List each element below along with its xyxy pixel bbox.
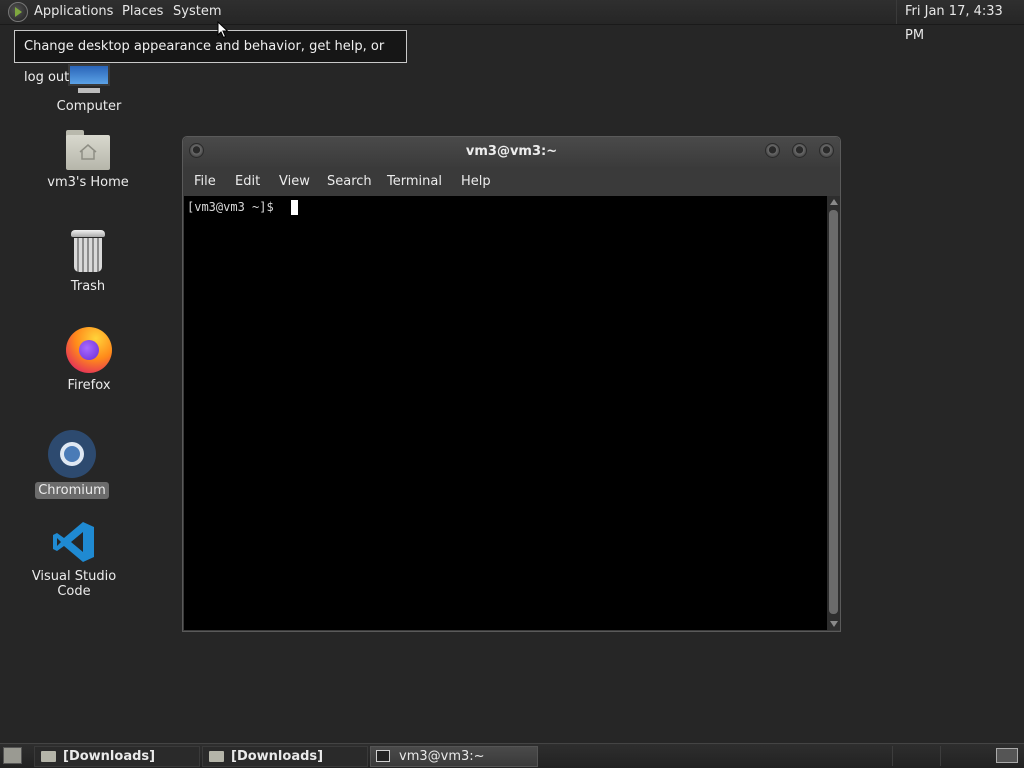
folder-icon [41, 751, 56, 762]
desktop-icon-label: Computer [56, 99, 122, 114]
desktop-icon-label: Firefox [67, 378, 111, 393]
menu-file[interactable]: File [194, 174, 216, 189]
panel-separator [940, 746, 941, 766]
menu-help[interactable]: Help [461, 174, 491, 189]
window-titlebar[interactable]: vm3@vm3:~ [183, 137, 840, 167]
text-cursor [291, 200, 298, 215]
terminal-output[interactable]: [vm3@vm3 ~]$ [184, 196, 827, 630]
menu-terminal[interactable]: Terminal [387, 174, 442, 189]
trash-icon [71, 230, 105, 274]
terminal-scrollbar[interactable] [827, 196, 840, 630]
desktop-icon-home[interactable]: vm3's Home [28, 130, 148, 191]
clock[interactable]: Fri Jan 17, 4:33 PM [896, 0, 1024, 43]
desktop-icon-label: Trash [70, 279, 106, 294]
desktop-icon-vscode[interactable]: Visual Studio Code [14, 520, 134, 600]
home-folder-icon [66, 130, 110, 170]
window-title: vm3@vm3:~ [465, 144, 558, 159]
close-button[interactable] [819, 143, 834, 158]
folder-icon [209, 751, 224, 762]
scroll-up-arrow-icon[interactable] [830, 199, 838, 205]
top-panel: Applications Places System Fri Jan 17, 4… [0, 0, 1024, 43]
desktop-icon-label: Chromium [35, 482, 109, 499]
shell-prompt: [vm3@vm3 ~]$ [187, 200, 281, 214]
panel-separator [892, 746, 893, 766]
menu-view[interactable]: View [279, 174, 310, 189]
desktop-icon-label: vm3's Home [47, 175, 129, 190]
terminal-icon [376, 750, 390, 762]
main-menu-logo-icon[interactable] [8, 2, 28, 22]
menu-edit[interactable]: Edit [235, 174, 260, 189]
bottom-panel: [Downloads] [Downloads] vm3@vm3:~ [0, 743, 1024, 768]
system-menu-tooltip: Change desktop appearance and behavior, … [14, 30, 407, 85]
taskbar-item-downloads-1[interactable]: [Downloads] [34, 746, 200, 767]
menu-search[interactable]: Search [327, 174, 372, 189]
desktop-icon-chromium[interactable]: Chromium [12, 430, 132, 499]
minimize-button[interactable] [765, 143, 780, 158]
scrollbar-thumb[interactable] [829, 210, 838, 614]
mouse-pointer-icon [217, 21, 229, 39]
vscode-icon [52, 520, 96, 564]
workspace-switcher[interactable] [996, 748, 1018, 763]
terminal-menubar: File Edit View Search Terminal Help [183, 167, 840, 196]
desktop-icon-trash[interactable]: Trash [28, 230, 148, 295]
scroll-down-arrow-icon[interactable] [830, 621, 838, 627]
taskbar-item-downloads-2[interactable]: [Downloads] [202, 746, 368, 767]
system-menu[interactable]: System [173, 4, 221, 19]
desktop-icon-label: Visual Studio Code [31, 569, 117, 599]
applications-menu[interactable]: Applications [34, 4, 113, 19]
computer-icon [66, 64, 112, 94]
terminal-window: vm3@vm3:~ File Edit View Search Terminal… [182, 136, 841, 632]
desktop-icon-firefox[interactable]: Firefox [29, 327, 149, 394]
taskbar-item-terminal[interactable]: vm3@vm3:~ [370, 746, 538, 767]
chromium-icon [48, 430, 96, 478]
places-menu[interactable]: Places [122, 4, 163, 19]
maximize-button[interactable] [792, 143, 807, 158]
firefox-icon [66, 327, 112, 373]
show-desktop-icon[interactable] [3, 747, 22, 764]
